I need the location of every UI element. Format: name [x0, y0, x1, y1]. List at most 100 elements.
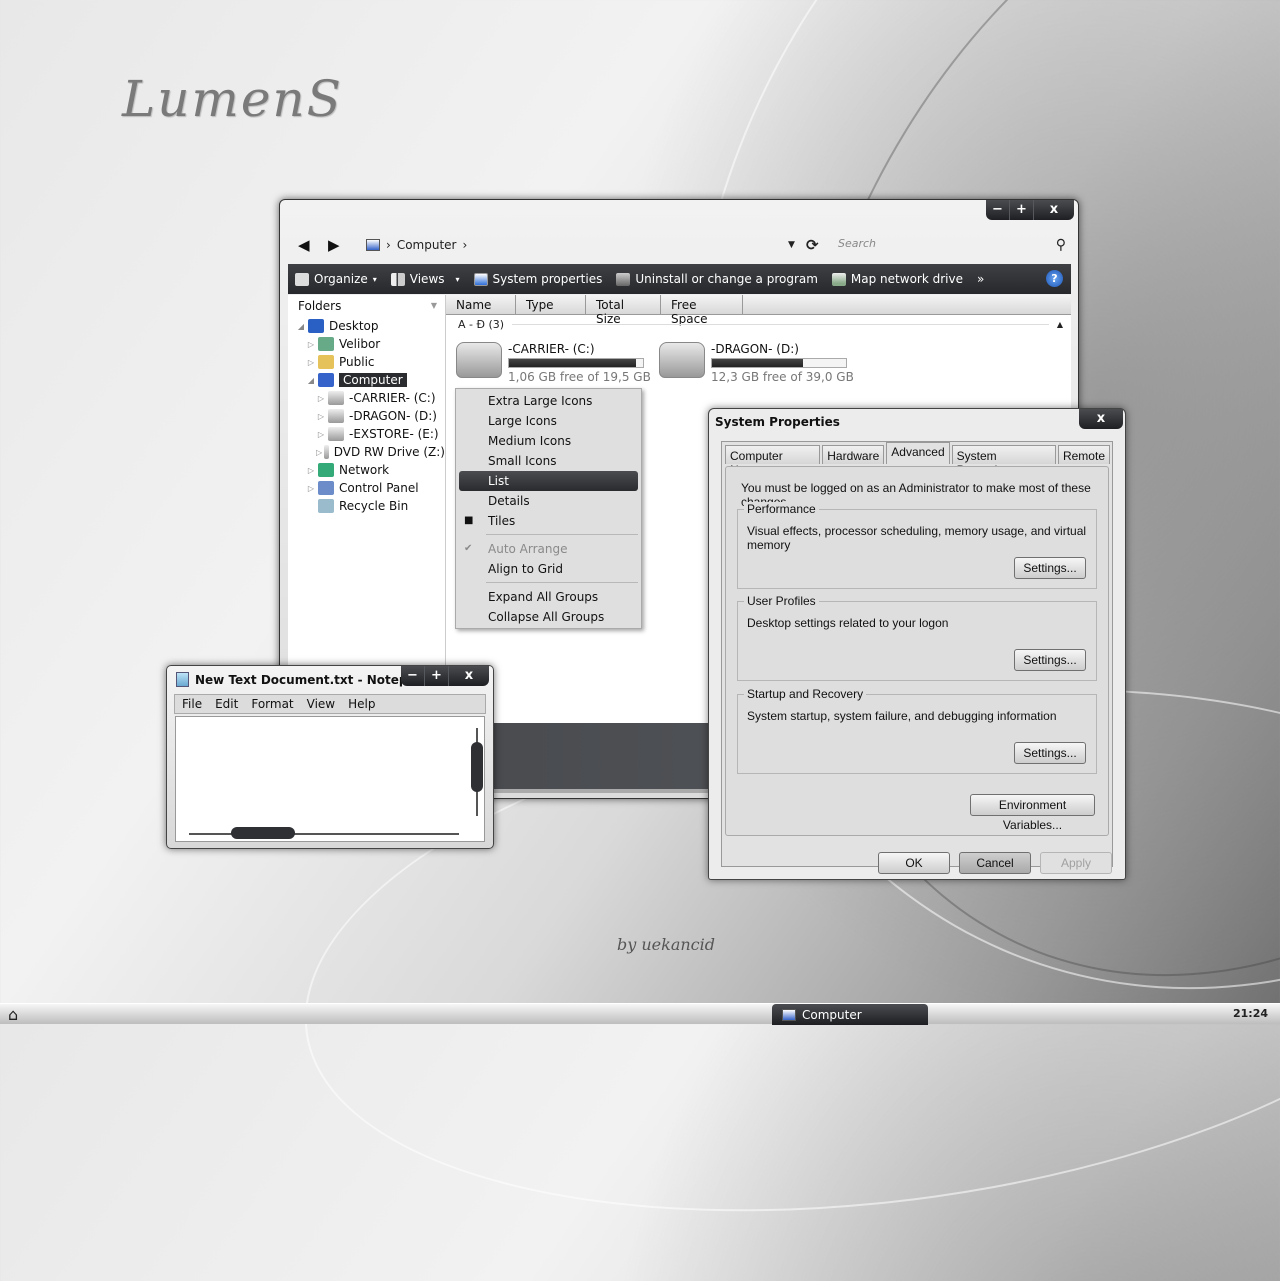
- menu-item[interactable]: Collapse All Groups: [456, 607, 641, 627]
- menu-item[interactable]: Align to Grid: [456, 559, 641, 579]
- start-button-home-icon[interactable]: ⌂: [8, 1005, 28, 1024]
- notepad-window: New Text Document.txt - Notepad − + x Fi…: [166, 665, 494, 849]
- tree-item[interactable]: ▷ Control Panel: [288, 479, 445, 497]
- column-type[interactable]: Type: [516, 295, 586, 314]
- menu-item[interactable]: Extra Large Icons: [456, 391, 641, 411]
- expand-arrow-icon[interactable]: ▷: [316, 394, 326, 403]
- expanded-arrow-icon[interactable]: ◢: [296, 322, 306, 331]
- ok-button[interactable]: OK: [878, 852, 950, 874]
- environment-variables-button[interactable]: Environment Variables...: [970, 794, 1095, 832]
- menu-format[interactable]: Format: [244, 695, 299, 713]
- map-drive-icon: [831, 272, 846, 286]
- tree-item[interactable]: ▷ -CARRIER- (C:): [288, 389, 445, 407]
- expand-arrow-icon[interactable]: ▷: [316, 430, 326, 439]
- menu-item[interactable]: Large Icons: [456, 411, 641, 431]
- performance-settings-button[interactable]: Settings...: [1014, 557, 1086, 579]
- history-dropdown-icon[interactable]: ▼: [788, 240, 795, 250]
- collapse-group-icon[interactable]: ▲: [1057, 320, 1063, 329]
- startup-settings-button[interactable]: Settings...: [1014, 742, 1086, 764]
- menu-edit[interactable]: Edit: [208, 695, 244, 713]
- folder-tree: ◢ Desktop ▷ Velibor ▷ Public ◢ Computer ▷ -CARRIE…: [288, 317, 445, 515]
- column-name[interactable]: Name: [446, 295, 516, 314]
- menu-item[interactable]: Medium Icons: [456, 431, 641, 451]
- search-input[interactable]: Search: [838, 237, 1048, 250]
- menu-item[interactable]: List: [459, 471, 638, 491]
- tree-item[interactable]: ▷ Public: [288, 353, 445, 371]
- cancel-button[interactable]: Cancel: [959, 852, 1031, 874]
- minimize-button[interactable]: −: [401, 666, 425, 686]
- tab-panel-advanced: You must be logged on as an Administrato…: [725, 466, 1109, 836]
- toolbar-overflow-button[interactable]: »: [970, 272, 991, 286]
- tree-item[interactable]: ▷ -EXSTORE- (E:): [288, 425, 445, 443]
- close-button[interactable]: x: [449, 666, 489, 686]
- tree-item[interactable]: Recycle Bin: [288, 497, 445, 515]
- folder-icon: [324, 445, 329, 459]
- tree-item[interactable]: ▷ -DRAGON- (D:): [288, 407, 445, 425]
- windows-drive-icon: [456, 342, 502, 378]
- organize-icon: [295, 272, 309, 286]
- forward-button[interactable]: ▶: [328, 236, 358, 254]
- tab-computer-name[interactable]: Computer Name: [725, 445, 821, 477]
- help-icon[interactable]: ?: [1046, 270, 1063, 287]
- maximize-button[interactable]: +: [425, 666, 449, 686]
- refresh-icon[interactable]: ⟳: [806, 236, 819, 254]
- search-icon[interactable]: ⚲: [1056, 237, 1066, 253]
- tab-system-protection[interactable]: System Protection: [951, 445, 1056, 477]
- close-button[interactable]: x: [1079, 409, 1123, 429]
- column-total-size[interactable]: Total Size: [586, 295, 661, 326]
- menu-item[interactable]: ✔ Auto Arrange: [456, 539, 641, 559]
- folder-icon: [318, 463, 334, 477]
- uninstall-program-button[interactable]: Uninstall or change a program: [609, 272, 825, 286]
- expand-arrow-icon[interactable]: ▷: [306, 340, 316, 349]
- breadcrumb-item[interactable]: Computer: [397, 238, 457, 252]
- text-editor[interactable]: [175, 716, 485, 842]
- close-button[interactable]: x: [1034, 200, 1074, 220]
- breadcrumb-separator-icon: ›: [462, 238, 468, 252]
- tree-item[interactable]: ◢ Computer: [288, 371, 445, 389]
- drive-item[interactable]: -DRAGON- (D:) 12,3 GB free of 39,0 GB: [659, 342, 854, 384]
- expand-arrow-icon[interactable]: ▷: [306, 484, 316, 493]
- back-button[interactable]: ◀: [298, 236, 328, 254]
- views-button[interactable]: Views ▾: [384, 272, 467, 286]
- expand-arrow-icon[interactable]: ▷: [306, 358, 316, 367]
- notepad-icon: [176, 672, 189, 687]
- menu-item[interactable]: Small Icons: [456, 451, 641, 471]
- menu-help[interactable]: Help: [341, 695, 381, 713]
- breadcrumb[interactable]: › Computer ›: [366, 238, 467, 252]
- map-network-drive-button[interactable]: Map network drive: [825, 272, 970, 286]
- menu-file[interactable]: File: [175, 695, 208, 713]
- expanded-arrow-icon[interactable]: ◢: [306, 376, 316, 385]
- desktop-signature: by uekancid: [617, 935, 715, 954]
- startup-recovery-group: Startup and Recovery System startup, sys…: [737, 687, 1097, 774]
- tree-item[interactable]: ▷ Network: [288, 461, 445, 479]
- menu-item[interactable]: Expand All Groups: [456, 587, 641, 607]
- folders-header[interactable]: Folders ▼: [288, 295, 445, 317]
- menu-item[interactable]: Details: [456, 491, 641, 511]
- column-free-space[interactable]: Free Space: [661, 295, 743, 326]
- group-header[interactable]: A - Đ (3) ▲: [446, 315, 1071, 333]
- menu-item[interactable]: ■ Tiles: [456, 511, 641, 531]
- organize-button[interactable]: Organize ▾: [288, 272, 384, 286]
- window-controls: x: [1079, 409, 1123, 429]
- tree-item[interactable]: ▷ Velibor: [288, 335, 445, 353]
- apply-button[interactable]: Apply: [1040, 852, 1112, 874]
- tree-item[interactable]: ▷ DVD RW Drive (Z:): [288, 443, 445, 461]
- group-divider: [512, 323, 1049, 325]
- tab-hardware[interactable]: Hardware: [822, 445, 885, 464]
- expand-arrow-icon[interactable]: ▷: [316, 448, 322, 457]
- expand-arrow-icon[interactable]: ▷: [316, 412, 326, 421]
- tab-advanced[interactable]: Advanced: [886, 442, 950, 464]
- maximize-button[interactable]: +: [1010, 200, 1034, 220]
- tab-remote[interactable]: Remote: [1057, 445, 1110, 464]
- folder-icon: [328, 409, 344, 423]
- system-properties-button[interactable]: System properties: [467, 272, 610, 286]
- command-toolbar: Organize ▾ Views ▾ System properties Unins…: [288, 264, 1071, 294]
- user-profiles-settings-button[interactable]: Settings...: [1014, 649, 1086, 671]
- tab-bar: Computer NameHardwareAdvancedSystem Prot…: [725, 442, 1112, 477]
- tree-item[interactable]: ◢ Desktop: [288, 317, 445, 335]
- taskbar-item-computer[interactable]: Computer: [772, 1004, 928, 1025]
- expand-arrow-icon[interactable]: ▷: [306, 466, 316, 475]
- minimize-button[interactable]: −: [986, 200, 1010, 220]
- menu-view[interactable]: View: [300, 695, 341, 713]
- drive-item[interactable]: -CARRIER- (C:) 1,06 GB free of 19,5 GB: [456, 342, 651, 384]
